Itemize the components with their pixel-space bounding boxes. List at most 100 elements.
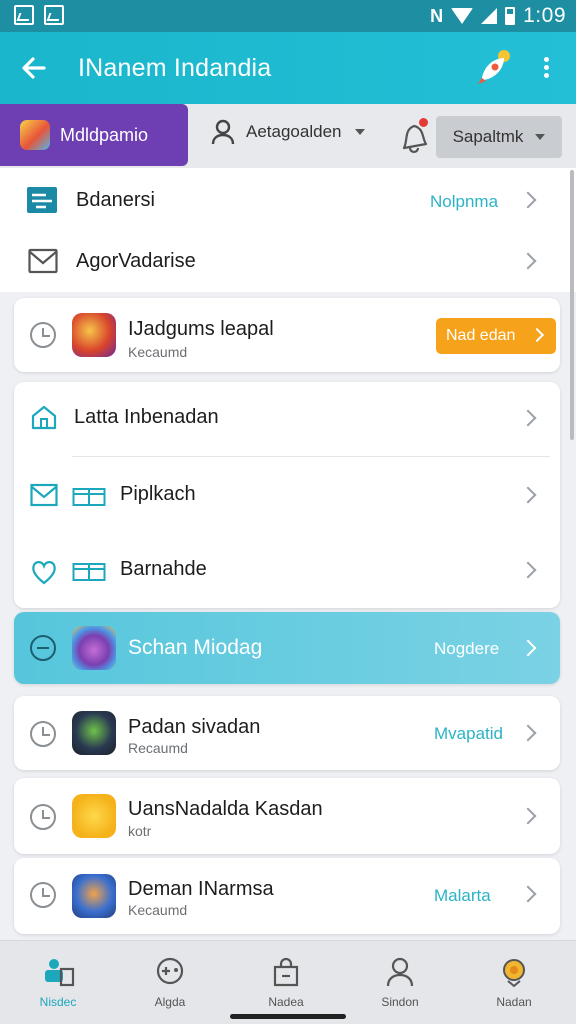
chevron-down-icon — [355, 129, 366, 135]
list-item-label: Latta Inbenadan — [74, 406, 219, 428]
list-item-label: Piplkach — [120, 483, 196, 505]
filter-bar: Mdldpamio Aetagoalden Sapaltmk — [0, 104, 576, 168]
list-item[interactable]: Bdanersi Nolpnma — [0, 168, 576, 230]
app-icon — [72, 626, 116, 670]
featured-app-card[interactable]: IJadgums leapal Kecaumd Nad edan — [14, 298, 560, 372]
clock-icon — [30, 635, 56, 661]
selected-app-card[interactable]: Schan Miodag Nogdere — [14, 612, 560, 684]
list-item[interactable]: Latta Inbenadan — [14, 382, 560, 456]
image-notification-icon — [44, 5, 64, 25]
nav-item-shop[interactable]: Nadea — [246, 955, 326, 1009]
list-item[interactable]: Piplkach — [14, 457, 560, 532]
chevron-right-icon — [519, 561, 537, 579]
app-bar: INanem Indandia — [0, 32, 576, 104]
app-icon — [72, 313, 116, 357]
bottom-nav: Nisdec Algda Nadea Sindon Nadan — [0, 940, 576, 1024]
notification-bell-icon[interactable] — [396, 116, 432, 154]
nav-item-label: Algda — [154, 995, 186, 1009]
nav-item-label: Sindon — [381, 995, 419, 1009]
app-subtitle: Kecaumd — [128, 902, 188, 918]
app-title: IJadgums leapal — [128, 318, 274, 340]
home-icon — [30, 404, 58, 430]
app-meta[interactable]: Mvapatid — [434, 724, 503, 744]
list-item[interactable]: Barnahde — [14, 532, 560, 608]
nav-item-label: Nisdec — [39, 995, 77, 1009]
notification-badge — [417, 116, 430, 129]
nav-item-rewards[interactable]: Nadan — [474, 955, 554, 1009]
primary-filter-chip[interactable]: Mdldpamio — [0, 104, 188, 166]
person-icon — [383, 955, 417, 989]
heart-icon — [30, 558, 58, 586]
person-icon — [210, 118, 236, 146]
list-item-label: Barnahde — [120, 558, 207, 580]
gamepad-icon — [153, 955, 187, 989]
app-subtitle: Recaumd — [128, 740, 188, 756]
book-icon — [72, 562, 106, 582]
home-store-icon — [41, 955, 75, 989]
chevron-right-icon — [519, 252, 537, 270]
clock-icon — [30, 322, 56, 348]
rocket-icon[interactable] — [474, 48, 514, 88]
back-arrow-icon[interactable] — [18, 52, 50, 84]
app-icon — [72, 874, 116, 918]
nav-item-label: Nadea — [268, 995, 304, 1009]
app-subtitle: Kecaumd — [128, 344, 188, 360]
nav-item-home[interactable]: Nisdec — [18, 955, 98, 1009]
clock-icon — [30, 882, 56, 908]
chevron-right-icon — [519, 191, 537, 209]
wifi-icon — [451, 8, 474, 24]
app-meta[interactable]: Malarta — [434, 886, 491, 906]
list-item-label: AgorVadarise — [76, 250, 196, 272]
coin-icon — [497, 955, 531, 989]
battery-icon — [505, 7, 516, 25]
chevron-right-icon — [519, 639, 537, 657]
mail-icon — [30, 483, 58, 507]
list-item-label: Bdanersi — [76, 189, 155, 211]
person-filter-label: Aetagoalden — [246, 122, 342, 141]
app-title: Schan Miodag — [128, 636, 263, 659]
person-filter-dropdown[interactable]: Aetagoalden — [210, 118, 366, 146]
signal-icon — [481, 8, 498, 24]
page-title: INanem Indandia — [78, 54, 272, 82]
shopping-bag-icon — [269, 955, 303, 989]
app-meta[interactable]: Nogdere — [434, 639, 499, 659]
featured-action-label: Nad edan — [446, 327, 516, 344]
chevron-right-icon — [519, 486, 537, 504]
sort-select-value: Sapaltmk — [452, 127, 524, 146]
grouped-card: Latta Inbenadan Piplkach Barnahde — [14, 382, 560, 608]
app-card[interactable]: Deman INarmsa Kecaumd Malarta — [14, 858, 560, 934]
chevron-down-icon — [535, 134, 546, 140]
status-bar: N 1:09 — [0, 0, 576, 32]
document-icon — [26, 186, 58, 214]
app-subtitle: kotr — [128, 823, 152, 839]
book-icon — [72, 487, 106, 507]
primary-filter-label: Mdldpamio — [60, 124, 149, 145]
nfc-icon: N — [430, 5, 444, 26]
list-item[interactable]: AgorVadarise — [0, 230, 576, 292]
app-card[interactable]: UansNadalda Kasdan kotr — [14, 778, 560, 854]
app-icon — [72, 794, 116, 838]
app-icon — [72, 711, 116, 755]
scrollbar[interactable] — [570, 170, 574, 440]
chevron-right-icon — [529, 327, 545, 343]
chevron-right-icon — [519, 409, 537, 427]
more-options-icon[interactable] — [534, 54, 558, 84]
clock-icon — [30, 721, 56, 747]
nav-item-games[interactable]: Algda — [130, 955, 210, 1009]
clock-icon — [30, 804, 56, 830]
featured-action-button[interactable]: Nad edan — [436, 318, 556, 354]
chevron-right-icon — [519, 885, 537, 903]
list-item-meta[interactable]: Nolpnma — [430, 192, 498, 212]
nav-item-label: Nadan — [496, 995, 532, 1009]
sort-select[interactable]: Sapaltmk — [436, 116, 562, 158]
status-time: 1:09 — [523, 4, 566, 27]
home-indicator[interactable] — [230, 1014, 346, 1019]
app-title: UansNadalda Kasdan — [128, 798, 323, 820]
app-title: Padan sivadan — [128, 716, 261, 738]
app-card[interactable]: Padan sivadan Recaumd Mvapatid — [14, 696, 560, 770]
category-icon — [20, 120, 50, 150]
nav-item-profile[interactable]: Sindon — [360, 955, 440, 1009]
app-title: Deman INarmsa — [128, 878, 274, 900]
top-list: Bdanersi Nolpnma AgorVadarise — [0, 168, 576, 292]
chevron-right-icon — [519, 807, 537, 825]
